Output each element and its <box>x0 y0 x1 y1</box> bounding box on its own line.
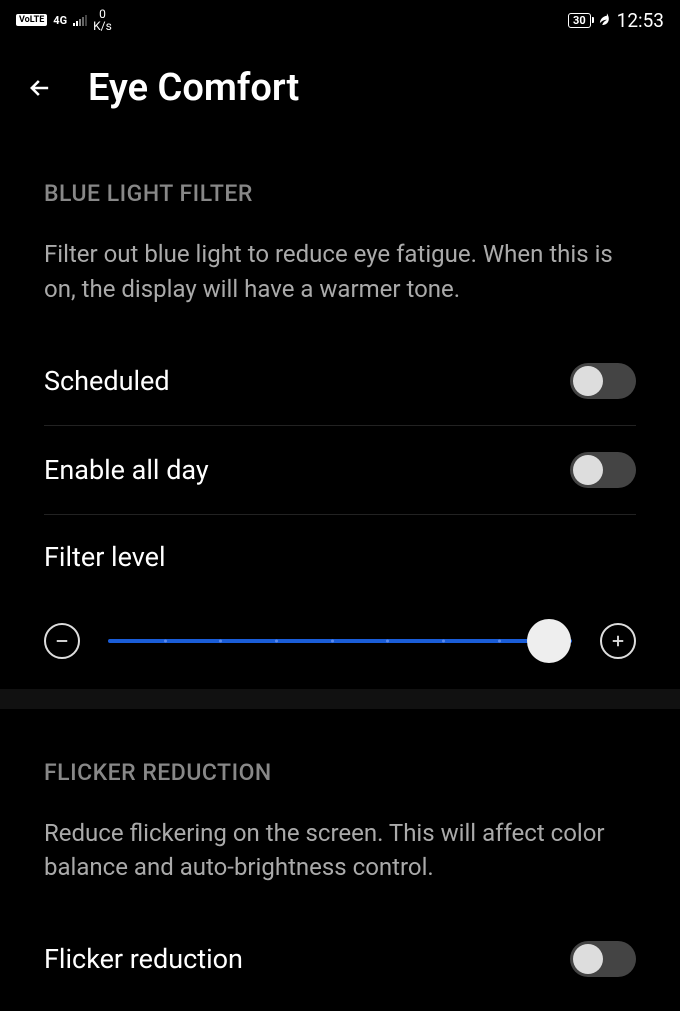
flicker-section-header: FLICKER REDUCTION <box>44 759 636 786</box>
enable-all-day-row[interactable]: Enable all day <box>44 426 636 515</box>
increase-button[interactable] <box>600 623 636 659</box>
blue-light-section-header: BLUE LIGHT FILTER <box>44 180 636 207</box>
status-right: 30 12:53 <box>568 9 664 32</box>
flicker-reduction-toggle[interactable] <box>570 941 636 977</box>
back-button[interactable] <box>24 72 56 104</box>
section-divider <box>0 689 680 709</box>
filter-level-label: Filter level <box>44 515 636 573</box>
toggle-knob <box>573 944 603 974</box>
status-bar: VoLTE 4G 0 K/s 30 12:53 <box>0 0 680 36</box>
speed-unit: K/s <box>93 20 112 32</box>
signal-bars-icon <box>73 14 87 26</box>
status-left: VoLTE 4G 0 K/s <box>16 8 112 32</box>
enable-all-day-label: Enable all day <box>44 454 209 486</box>
scheduled-row[interactable]: Scheduled <box>44 337 636 426</box>
slider-thumb[interactable] <box>527 619 571 663</box>
volte-badge: VoLTE <box>16 14 47 26</box>
flicker-reduction-label: Flicker reduction <box>44 943 243 975</box>
decrease-button[interactable] <box>44 623 80 659</box>
flicker-description: Reduce flickering on the screen. This wi… <box>44 816 636 886</box>
enable-all-day-toggle[interactable] <box>570 452 636 488</box>
scheduled-label: Scheduled <box>44 365 170 397</box>
plus-icon <box>609 632 627 650</box>
page-title: Eye Comfort <box>88 66 299 110</box>
filter-level-slider[interactable] <box>108 639 572 643</box>
toggle-knob <box>573 455 603 485</box>
scheduled-toggle[interactable] <box>570 363 636 399</box>
clock: 12:53 <box>617 9 664 32</box>
toggle-knob <box>573 366 603 396</box>
battery-indicator: 30 <box>568 13 591 28</box>
filter-level-slider-row <box>44 573 636 689</box>
flicker-reduction-row[interactable]: Flicker reduction <box>44 915 636 1003</box>
minus-icon <box>53 632 71 650</box>
header: Eye Comfort <box>0 36 680 130</box>
network-indicator: 4G <box>53 14 67 27</box>
arrow-left-icon <box>26 74 54 102</box>
speed-indicator: 0 K/s <box>93 8 112 32</box>
leaf-icon <box>597 11 611 29</box>
blue-light-description: Filter out blue light to reduce eye fati… <box>44 237 636 307</box>
